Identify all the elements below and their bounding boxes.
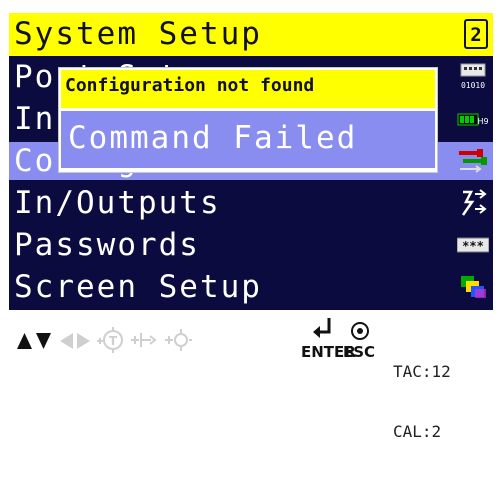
dialog-message: Command Failed bbox=[68, 120, 358, 156]
down-arrow-icon[interactable] bbox=[35, 323, 52, 357]
footer-keybar: T ENTER ESC TAC:12 CAL:2 bbox=[0, 314, 499, 441]
screen-layers-icon bbox=[461, 276, 486, 298]
zero-plus-icon[interactable] bbox=[128, 323, 160, 357]
port-io-icon: 01010 bbox=[460, 63, 486, 90]
password-icon: *** bbox=[457, 237, 489, 253]
left-arrow-icon[interactable] bbox=[59, 323, 74, 357]
menu-item-passwords[interactable]: Passwords *** bbox=[9, 226, 493, 264]
screen: System Setup 2 Port Setup 01010 In H9 Co… bbox=[0, 0, 499, 441]
menu-item-screen-setup[interactable]: Screen Setup bbox=[9, 268, 493, 306]
menu-item-label: Passwords bbox=[14, 227, 200, 263]
tac-counter: TAC:12 bbox=[393, 362, 451, 381]
menu-item-label: Screen Setup bbox=[14, 269, 262, 305]
dialog-title-bar: Configuration not found bbox=[61, 70, 435, 108]
in-outputs-icon bbox=[461, 189, 487, 216]
menu-item-label: In/Outputs bbox=[14, 185, 221, 221]
svg-text:H9: H9 bbox=[477, 117, 488, 126]
up-arrow-icon[interactable] bbox=[16, 323, 33, 357]
enter-key[interactable]: ENTER bbox=[301, 316, 356, 364]
enter-icon bbox=[313, 318, 331, 338]
esc-key-label: ESC bbox=[343, 343, 376, 361]
status-readout: TAC:12 CAL:2 bbox=[393, 322, 451, 482]
title-bar: System Setup 2 bbox=[9, 13, 493, 56]
esc-icon bbox=[351, 322, 369, 340]
wrench-settings-icon bbox=[459, 149, 487, 173]
svg-text:T: T bbox=[109, 334, 118, 348]
menu-item-label: In bbox=[14, 101, 56, 137]
dialog-title: Configuration not found bbox=[65, 75, 315, 96]
gross-zero-icon[interactable] bbox=[162, 323, 194, 357]
battery-level-icon: H9 bbox=[457, 113, 489, 126]
tare-icon[interactable]: T bbox=[94, 323, 126, 357]
cal-counter: CAL:2 bbox=[393, 422, 442, 441]
menu-item-in-outputs[interactable]: In/Outputs bbox=[9, 184, 493, 222]
svg-text:***: *** bbox=[462, 239, 484, 253]
error-dialog: Configuration not found Command Failed bbox=[58, 67, 438, 173]
svg-text:01010: 01010 bbox=[461, 81, 485, 90]
esc-key[interactable]: ESC bbox=[343, 316, 379, 364]
dialog-body: Command Failed bbox=[61, 111, 435, 168]
page-title: System Setup bbox=[14, 16, 262, 52]
right-arrow-icon[interactable] bbox=[76, 323, 91, 357]
page-number-badge: 2 bbox=[464, 19, 488, 49]
